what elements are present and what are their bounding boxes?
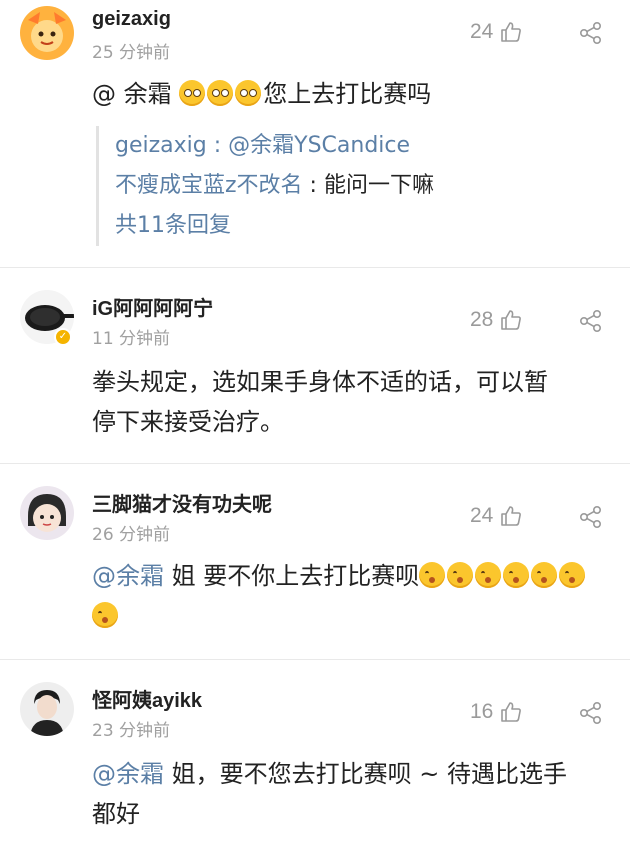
comment-time: 23 分钟前: [92, 721, 171, 741]
like-button[interactable]: 28: [470, 308, 523, 332]
reply-preview[interactable]: geizaxig : @余霜YSCandice 不瘦成宝蓝z不改名 : 能问一下…: [96, 126, 601, 246]
avatar[interactable]: [20, 486, 74, 540]
comment-text-prefix: @ 余霜: [92, 80, 180, 108]
flushed-emoji-icon: [179, 80, 206, 106]
mention-link[interactable]: @余霜: [92, 562, 164, 590]
avatar[interactable]: [20, 682, 74, 736]
avatar-image: [20, 6, 74, 60]
reply-author[interactable]: geizaxig: [115, 133, 207, 158]
view-all-replies-link[interactable]: 共11条回复: [115, 206, 601, 246]
comment-time: 25 分钟前: [92, 43, 171, 63]
comment-text: @余霜 姐，要不您去打比赛呗 ~ 待遇比选手都好: [92, 754, 582, 834]
share-button[interactable]: [578, 308, 604, 334]
comment-time: 26 分钟前: [92, 525, 171, 545]
reply-author[interactable]: 不瘦成宝蓝z不改名: [115, 173, 303, 198]
verified-badge-icon: ✓: [54, 328, 72, 346]
mention-link[interactable]: @余霜: [92, 760, 164, 788]
username[interactable]: iG阿阿阿阿宁: [92, 292, 213, 321]
username[interactable]: geizaxig: [92, 8, 171, 31]
comment-item: geizaxig 25 分钟前 24 @ 余霜 您上去打比赛吗 geizaxig…: [0, 0, 630, 268]
like-count: 28: [470, 308, 494, 331]
comment-text: @ 余霜 您上去打比赛吗: [92, 74, 602, 114]
reply-separator: :: [302, 173, 324, 198]
comment-text-suffix: 您上去打比赛吗: [263, 80, 432, 108]
reply-text: @余霜YSCandice: [228, 133, 411, 158]
thumbs-up-icon: [501, 506, 522, 526]
share-icon: [579, 309, 602, 332]
comment-text-body: 姐 要不你上去打比赛呗: [164, 562, 420, 590]
share-button[interactable]: [578, 504, 604, 530]
like-button[interactable]: 16: [470, 700, 523, 724]
avatar-image: [20, 486, 74, 540]
share-button[interactable]: [578, 20, 604, 46]
like-count: 24: [470, 504, 494, 527]
avatar-image: [20, 682, 74, 736]
share-icon: [579, 21, 602, 44]
share-icon: [579, 701, 602, 724]
reply-item: geizaxig : @余霜YSCandice: [115, 126, 601, 166]
thumbs-up-icon: [501, 702, 522, 722]
comment-item: 怪阿姨ayikk 23 分钟前 16 @余霜 姐，要不您去打比赛呗 ~ 待遇比选…: [0, 660, 630, 842]
comment-text: 拳头规定，选如果手身体不适的话，可以暂停下来接受治疗。: [92, 368, 548, 436]
kissing-emoji-icon: [531, 562, 558, 588]
comment-time: 11 分钟前: [92, 329, 171, 349]
kissing-emoji-icon: [419, 562, 446, 588]
comment-item: ✓ iG阿阿阿阿宁 11 分钟前 28 拳头规定，选如果手身体不适的话，可以暂停…: [0, 268, 630, 464]
thumbs-up-icon: [501, 22, 522, 42]
kissing-emoji-icon: [475, 562, 502, 588]
comment-item: 三脚猫才没有功夫呢 26 分钟前 24 @余霜 姐 要不你上去打比赛呗: [0, 464, 630, 660]
reply-text: 能问一下嘛: [323, 173, 434, 198]
like-button[interactable]: 24: [470, 504, 523, 528]
thumbs-up-icon: [501, 310, 522, 330]
reply-separator: :: [206, 133, 229, 158]
avatar[interactable]: [20, 6, 74, 60]
comment-text-body: 姐，要不您去打比赛呗 ~ 待遇比选手都好: [92, 760, 567, 828]
flushed-emoji-icon: [235, 80, 262, 106]
kissing-emoji-icon: [559, 562, 586, 588]
like-button[interactable]: 24: [470, 20, 523, 44]
kissing-emoji-icon: [92, 602, 118, 628]
share-icon: [579, 505, 602, 528]
kissing-emoji-icon: [447, 562, 474, 588]
reply-item: 不瘦成宝蓝z不改名 : 能问一下嘛: [115, 166, 601, 206]
like-count: 16: [470, 700, 494, 723]
share-button[interactable]: [578, 700, 604, 726]
kissing-emoji-icon: [503, 562, 530, 588]
like-count: 24: [470, 20, 494, 43]
username[interactable]: 怪阿姨ayikk: [92, 684, 202, 713]
comment-text: @余霜 姐 要不你上去打比赛呗: [92, 556, 602, 636]
username[interactable]: 三脚猫才没有功夫呢: [92, 488, 272, 517]
flushed-emoji-icon: [207, 80, 234, 106]
